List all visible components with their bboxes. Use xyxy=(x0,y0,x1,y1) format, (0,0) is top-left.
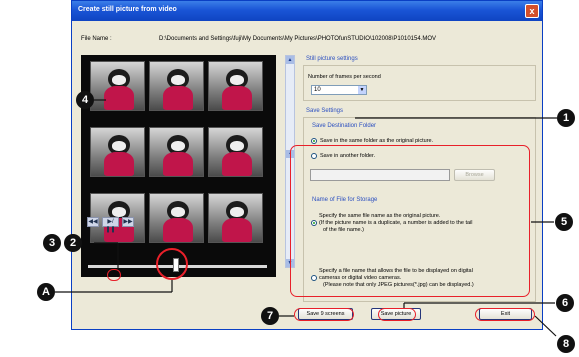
callout-4: 4 xyxy=(76,91,94,109)
callout-a: A xyxy=(37,283,55,301)
callout-leader-lines xyxy=(55,99,557,337)
callout-8: 8 xyxy=(557,335,575,353)
callout-5: 5 xyxy=(555,213,573,231)
callout-6: 6 xyxy=(556,294,574,312)
callout-3: 3 xyxy=(43,234,61,252)
callout-2: 2 xyxy=(64,234,82,252)
callout-1: 1 xyxy=(557,109,575,127)
callout-7: 7 xyxy=(261,307,279,325)
